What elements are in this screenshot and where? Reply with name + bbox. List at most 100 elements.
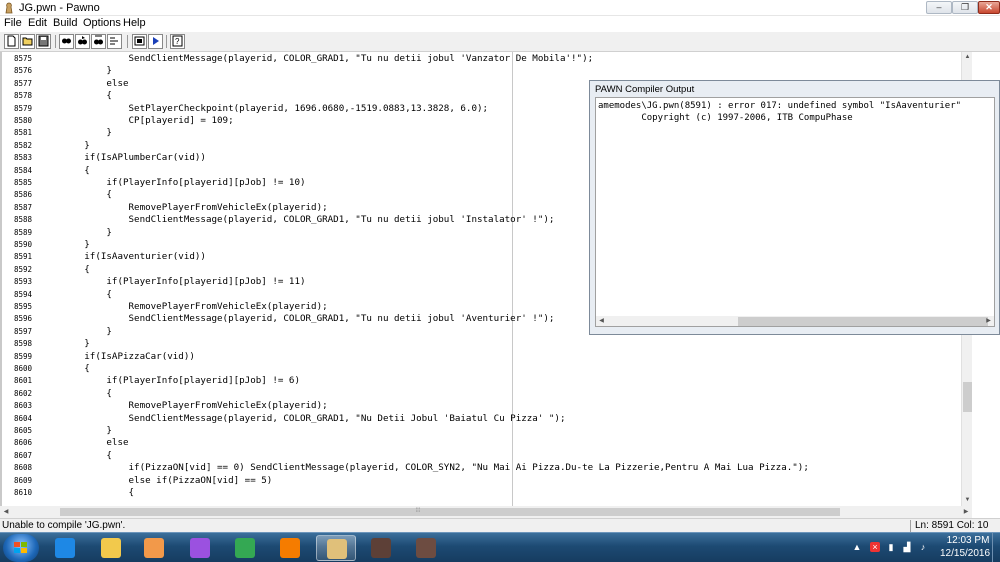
goto-line-button[interactable] — [107, 34, 122, 49]
editor-horizontal-scrollbar[interactable]: ◀ ⁞⁞⁞ ▶ — [0, 506, 972, 518]
line-code[interactable]: } — [40, 326, 112, 338]
help-button[interactable]: ? — [170, 34, 185, 49]
taskbar-app-button[interactable] — [180, 535, 220, 561]
menu-help[interactable]: Help — [123, 17, 146, 29]
line-code[interactable]: SendClientMessage(playerid, COLOR_GRAD1,… — [40, 214, 555, 226]
vertical-scroll-thumb[interactable] — [963, 382, 972, 412]
line-code[interactable]: { — [40, 388, 112, 400]
close-button[interactable]: ✕ — [978, 1, 1000, 14]
line-code[interactable]: RemovePlayerFromVehicleEx(playerid); — [40, 400, 328, 412]
clock-date[interactable]: 12/15/2016 — [940, 548, 990, 559]
line-code[interactable]: { — [40, 189, 112, 201]
line-code[interactable]: } — [40, 425, 112, 437]
horizontal-scroll-thumb[interactable] — [60, 508, 840, 516]
maximize-button[interactable]: ❐ — [952, 1, 978, 14]
code-line[interactable]: 8604 SendClientMessage(playerid, COLOR_G… — [2, 413, 962, 425]
code-line[interactable]: 8609 else if(PizzaON[vid] == 5) — [2, 475, 962, 487]
line-code[interactable]: SetPlayerCheckpoint(playerid, 1696.0680,… — [40, 103, 489, 115]
code-line[interactable]: 8598 } — [2, 338, 962, 350]
line-code[interactable]: } — [40, 239, 90, 251]
line-code[interactable]: { — [40, 487, 135, 499]
menu-file[interactable]: File — [4, 17, 22, 29]
taskbar-app-button[interactable] — [225, 535, 265, 561]
line-code[interactable]: { — [40, 90, 112, 102]
line-code[interactable]: if(IsAPizzaCar(vid)) — [40, 351, 195, 363]
taskbar-app-button[interactable] — [361, 535, 401, 561]
replace-button[interactable] — [91, 34, 106, 49]
scroll-right-icon[interactable]: ▶ — [983, 316, 994, 326]
code-line[interactable]: 8576 } — [2, 65, 962, 77]
action-center-icon[interactable]: × — [870, 542, 880, 552]
code-line[interactable]: 8603 RemovePlayerFromVehicleEx(playerid)… — [2, 400, 962, 412]
find-button[interactable] — [59, 34, 74, 49]
volume-icon[interactable]: ♪ — [918, 542, 928, 552]
menu-build[interactable]: Build — [53, 17, 77, 29]
compiler-error-line[interactable]: amemodes\JG.pwn(8591) : error 017: undef… — [598, 100, 961, 112]
scroll-left-icon[interactable]: ◀ — [0, 506, 12, 518]
clock-time[interactable]: 12:03 PM — [946, 535, 990, 546]
line-code[interactable]: { — [40, 264, 90, 276]
taskbar-app-button[interactable] — [134, 535, 174, 561]
line-code[interactable]: else — [40, 437, 128, 449]
minimize-button[interactable]: – — [926, 1, 952, 14]
compile-button[interactable] — [148, 34, 163, 49]
compiler-scroll-thumb[interactable] — [738, 317, 988, 326]
code-line[interactable]: 8607 { — [2, 450, 962, 462]
menu-edit[interactable]: Edit — [28, 17, 47, 29]
taskbar-app-button[interactable] — [406, 535, 446, 561]
line-code[interactable]: RemovePlayerFromVehicleEx(playerid); — [40, 301, 328, 313]
line-code[interactable]: else if(PizzaON[vid] == 5) — [40, 475, 273, 487]
line-code[interactable]: if(PlayerInfo[playerid][pJob] != 11) — [40, 276, 305, 288]
code-line[interactable]: 8601 if(PlayerInfo[playerid][pJob] != 6) — [2, 375, 962, 387]
network-icon[interactable]: ▟ — [902, 542, 912, 552]
line-code[interactable]: { — [40, 450, 112, 462]
line-code[interactable]: if(PlayerInfo[playerid][pJob] != 10) — [40, 177, 305, 189]
scroll-down-icon[interactable]: ▼ — [962, 495, 973, 506]
line-code[interactable]: } — [40, 140, 90, 152]
code-line[interactable]: 8605 } — [2, 425, 962, 437]
line-code[interactable]: } — [40, 127, 112, 139]
line-code[interactable]: if(IsAPlumberCar(vid)) — [40, 152, 206, 164]
open-file-button[interactable] — [20, 34, 35, 49]
line-code[interactable]: if(IsAaventurier(vid)) — [40, 251, 206, 263]
line-code[interactable]: else — [40, 78, 128, 90]
line-code[interactable]: } — [40, 227, 112, 239]
code-line[interactable]: 8608 if(PizzaON[vid] == 0) SendClientMes… — [2, 462, 962, 474]
compiler-horizontal-scrollbar[interactable]: ◀ ▶ — [596, 316, 994, 326]
menu-options[interactable]: Options — [83, 17, 121, 29]
scroll-right-icon[interactable]: ▶ — [960, 506, 972, 518]
scroll-up-icon[interactable]: ▲ — [962, 52, 973, 63]
function-list-button[interactable] — [132, 34, 147, 49]
new-file-button[interactable] — [4, 34, 19, 49]
find-next-button[interactable] — [75, 34, 90, 49]
save-button[interactable] — [36, 34, 51, 49]
compiler-output-text[interactable]: amemodes\JG.pwn(8591) : error 017: undef… — [595, 97, 995, 327]
line-code[interactable]: SendClientMessage(playerid, COLOR_GRAD1,… — [40, 53, 594, 65]
line-code[interactable]: SendClientMessage(playerid, COLOR_GRAD1,… — [40, 313, 555, 325]
line-code[interactable]: { — [40, 289, 112, 301]
line-code[interactable]: if(PlayerInfo[playerid][pJob] != 6) — [40, 375, 300, 387]
taskbar-app-button[interactable] — [45, 535, 85, 561]
battery-icon[interactable]: ▮ — [886, 542, 896, 552]
line-code[interactable]: RemovePlayerFromVehicleEx(playerid); — [40, 202, 328, 214]
line-code[interactable]: { — [40, 363, 90, 375]
code-line[interactable]: 8600 { — [2, 363, 962, 375]
code-line[interactable]: 8602 { — [2, 388, 962, 400]
code-line[interactable]: 8575 SendClientMessage(playerid, COLOR_G… — [2, 53, 962, 65]
line-code[interactable]: CP[playerid] = 109; — [40, 115, 234, 127]
line-code[interactable]: SendClientMessage(playerid, COLOR_GRAD1,… — [40, 413, 566, 425]
code-line[interactable]: 8599 if(IsAPizzaCar(vid)) — [2, 351, 962, 363]
scroll-left-icon[interactable]: ◀ — [596, 316, 607, 326]
start-button[interactable] — [3, 534, 39, 562]
show-desktop-button[interactable] — [992, 533, 1000, 562]
line-code[interactable]: } — [40, 65, 112, 77]
code-line[interactable]: 8606 else — [2, 437, 962, 449]
line-code[interactable]: } — [40, 338, 90, 350]
line-code[interactable]: { — [40, 165, 90, 177]
code-line[interactable]: 8610 { — [2, 487, 962, 499]
show-hidden-icons-icon[interactable]: ▲ — [852, 542, 862, 552]
taskbar-app-button[interactable] — [91, 535, 131, 561]
taskbar-app-button[interactable] — [316, 535, 356, 561]
line-code[interactable]: if(PizzaON[vid] == 0) SendClientMessage(… — [40, 462, 809, 474]
taskbar-app-button[interactable] — [270, 535, 310, 561]
